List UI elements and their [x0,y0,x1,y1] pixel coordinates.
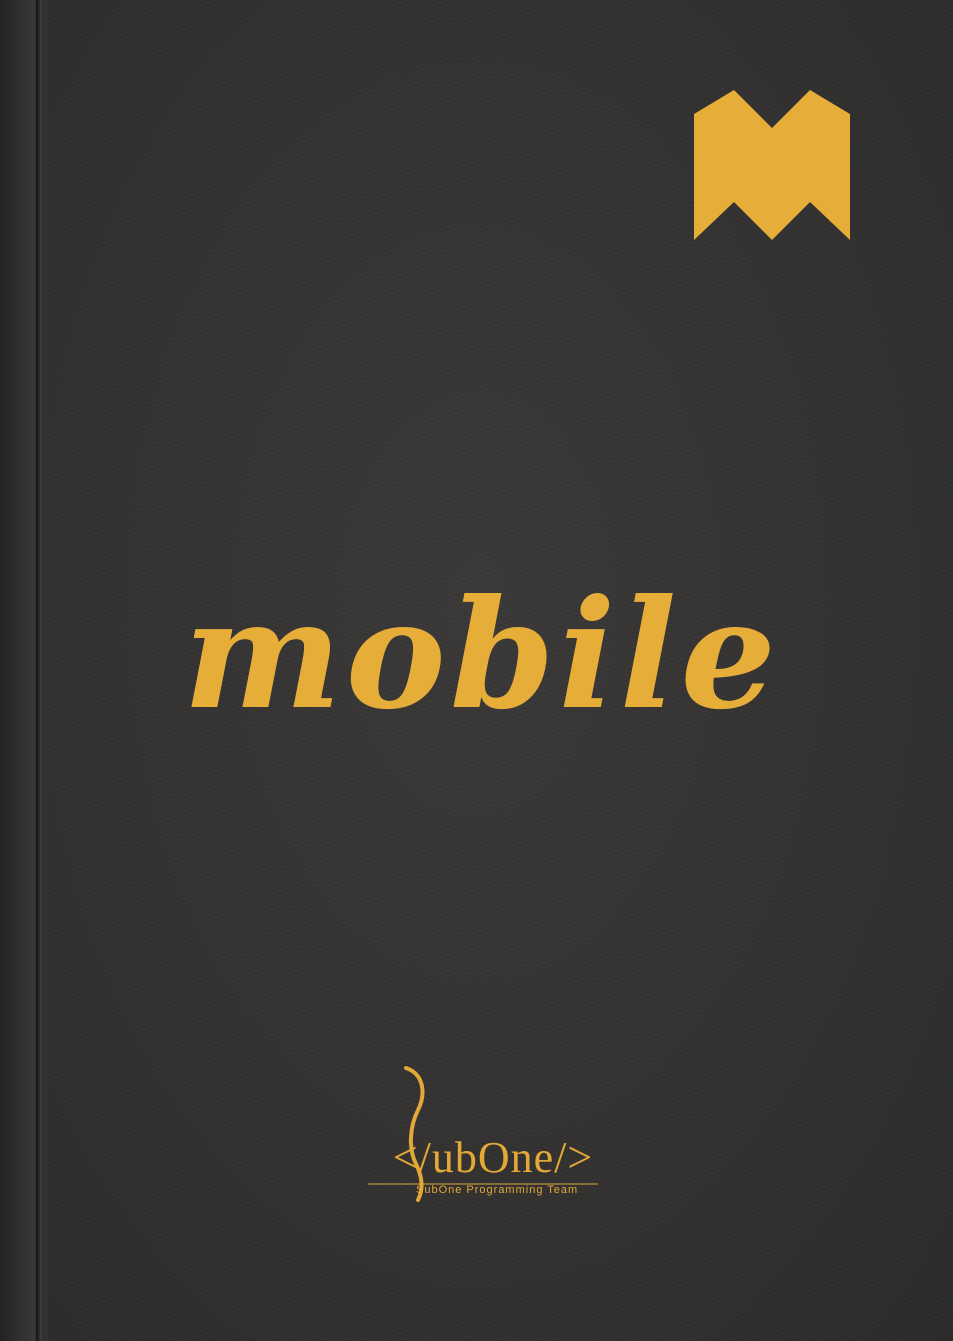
book-cover: mobile </ubOne/> SubOne Programming Team [0,0,953,1341]
subone-team-logo: </ubOne/> SubOne Programming Team [362,1060,624,1210]
subone-wordmark: </ubOne/> [392,1133,594,1182]
zigzag-m-icon [694,90,850,240]
cover-title: mobile [182,567,781,743]
subone-tagline: SubOne Programming Team [416,1184,579,1196]
